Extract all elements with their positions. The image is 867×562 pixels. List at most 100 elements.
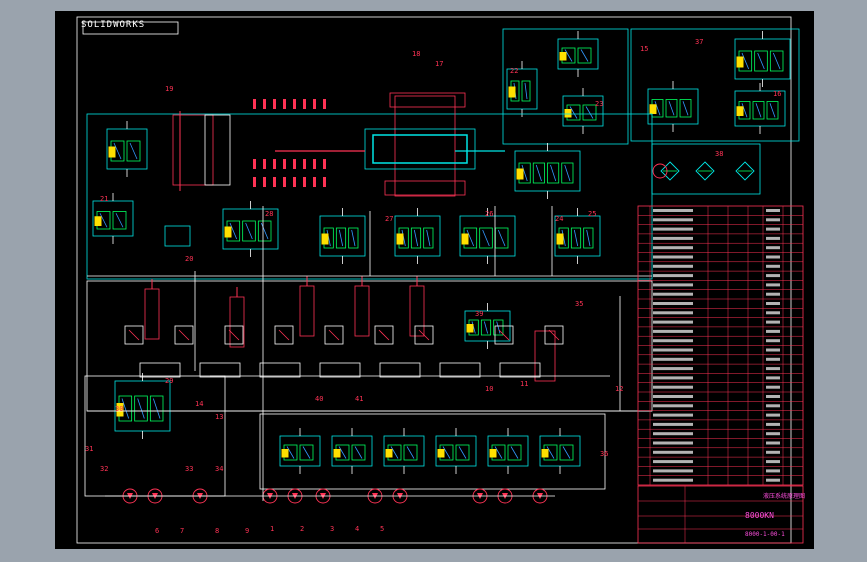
callout-number: 24 [555,215,563,223]
callout-number: 34 [215,465,223,473]
hydraulic-cylinder [229,296,245,348]
flow-arrow [586,229,591,247]
parts-entry [766,460,780,464]
parts-entry [653,357,693,361]
callout-number: 32 [100,465,108,473]
manifold-block [139,362,181,378]
callout-number: 22 [510,67,518,75]
cylinder-left [172,114,214,186]
flow-arrow [755,103,762,118]
hydraulic-cylinder [299,285,315,337]
tie-rod-mark [273,159,276,169]
tie-rod-mark [313,99,316,109]
solenoid [396,233,404,245]
callout-number: 9 [245,527,249,535]
parts-entry [653,395,693,398]
tie-rod-mark [303,177,306,187]
callout-number: 18 [412,50,420,58]
solenoid [437,449,445,458]
flow-arrow [413,229,419,247]
parts-entry [653,292,693,296]
tie-rod-mark [313,177,316,187]
parts-entry [766,302,780,305]
callout-number: 31 [85,445,93,453]
filter-group [651,143,761,195]
solenoid [466,324,474,333]
parts-entry [653,348,693,352]
callout-number: 33 [185,465,193,473]
flow-arrow [302,446,311,459]
tie-rod-mark [313,159,316,169]
flow-arrow [115,213,124,228]
parts-entry [653,432,693,436]
tie-rod-mark [253,159,256,169]
solenoid [649,104,657,114]
parts-entry [766,357,780,361]
callout-number: 38 [715,150,723,158]
parts-entry [766,432,780,436]
callout-number: 11 [520,380,528,388]
tie-rod-mark [293,159,296,169]
solenoid [281,449,289,458]
parts-entry [766,236,780,240]
parts-entry [766,404,780,408]
flow-arrow [354,446,363,459]
tie-rod-mark [283,99,286,109]
parts-entry [766,385,780,389]
flow-arrow [535,164,542,182]
manifold-block [319,362,361,378]
parts-entry [653,367,693,371]
parts-entry [766,227,780,231]
parts-entry [653,404,693,408]
parts-entry [653,450,693,454]
parts-entry [766,367,780,371]
parts-entry [766,264,780,268]
callout-number: 35 [575,300,583,308]
flow-arrow [137,398,145,419]
title-block-title: 8000KN [745,511,774,520]
callout-number: 2 [300,525,304,533]
callout-number: 30 [115,405,123,413]
parts-entry [766,209,780,212]
piston-core [372,134,468,164]
callout-number: 8 [215,527,219,535]
drawing-sheet: 1 2 3 4 5 6 7 8 9 10 11 12 13 14 15 16 17 18 19 20 21 22 23 24 2… [55,11,814,549]
tie-rod-mark [323,159,326,169]
flow-arrow [406,446,415,459]
callout-number: 12 [615,385,623,393]
lower-circuit-frame [86,280,653,412]
solenoid [224,226,232,238]
parts-entry [653,441,693,445]
solenoid [541,449,549,458]
flow-arrow [682,101,689,116]
callout-number: 21 [100,195,108,203]
callout-number: 19 [165,85,173,93]
parts-entry [653,302,693,305]
parts-entry [653,274,693,278]
flow-arrow [668,101,675,116]
tie-rod-mark [263,177,266,187]
tie-rod-mark [323,177,326,187]
parts-entry [766,329,780,333]
parts-entry [653,264,693,268]
solenoid [94,216,102,226]
flow-arrow [497,229,506,247]
title-block-heading: 液压系统原理图 [763,493,806,500]
callout-number: 10 [485,385,493,393]
parts-entry [766,422,780,426]
solenoid [461,233,469,245]
tie-rod-mark [293,99,296,109]
flow-arrow [351,229,356,247]
parts-entry [766,450,780,454]
callout-number: 16 [773,90,781,98]
tie-rod-mark [263,99,266,109]
parts-entry [653,460,693,464]
check-valve [164,225,191,247]
solenoid [564,109,572,118]
parts-entry [766,274,780,278]
drawing-stamp: SOLIDWORKS [81,20,146,30]
parts-entry [653,320,693,324]
parts-entry [653,246,693,250]
parts-entry [653,385,693,389]
upper-beam [389,92,466,108]
